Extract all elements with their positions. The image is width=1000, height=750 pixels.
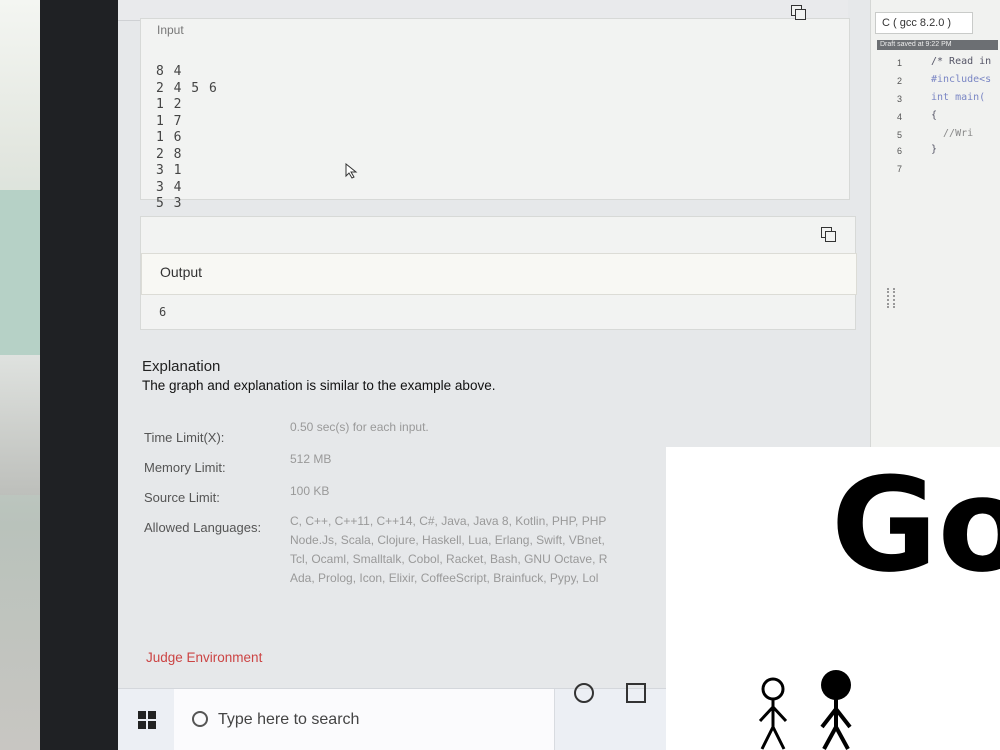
search-icon xyxy=(192,711,208,727)
line-number: 5 xyxy=(897,130,903,140)
monitor-bezel xyxy=(40,0,120,750)
line-number: 4 xyxy=(897,112,903,122)
allowed-languages-label: Allowed Languages: xyxy=(144,520,262,535)
explanation-title: Explanation xyxy=(142,358,221,375)
line-number: 1 xyxy=(897,58,903,68)
cortana-icon[interactable] xyxy=(574,683,594,703)
line-number: 6 xyxy=(897,146,903,156)
background-object xyxy=(0,355,44,495)
sample-input-card: Input xyxy=(140,5,850,200)
output-value: 6 xyxy=(159,305,167,319)
copy-input-icon[interactable] xyxy=(791,5,806,20)
input-label: Input xyxy=(157,23,184,37)
line-number: 3 xyxy=(897,94,903,104)
time-limit-value: 0.50 sec(s) for each input. xyxy=(290,420,429,434)
code-editor-panel: C ( gcc 8.2.0 ) Draft saved at 9:22 PM 1… xyxy=(870,0,1000,520)
code-line[interactable]: } xyxy=(931,144,937,155)
mouse-cursor-icon xyxy=(345,162,359,184)
code-line[interactable]: /* Read in xyxy=(931,56,991,67)
sample-output-card: Output 6 xyxy=(140,216,857,330)
language-select[interactable]: C ( gcc 8.2.0 ) xyxy=(875,12,973,34)
code-line[interactable]: #include<s xyxy=(931,74,991,85)
task-view-icon[interactable] xyxy=(626,683,646,703)
memory-limit-value: 512 MB xyxy=(290,452,332,466)
line-number: 7 xyxy=(897,164,903,174)
monitor-screen: Input 8 42 4 5 61 21 71 62 83 13 45 3 Ou… xyxy=(118,0,1000,750)
memory-limit-label: Memory Limit: xyxy=(144,460,226,475)
stick-figure-large xyxy=(814,669,858,750)
explanation-text: The graph and explanation is similar to … xyxy=(142,378,496,393)
taskbar-search-placeholder: Type here to search xyxy=(218,711,360,728)
time-limit-label: Time Limit(X): xyxy=(144,430,225,445)
comic-overlay-panel: Go xyxy=(666,447,1000,750)
source-limit-value: 100 KB xyxy=(290,484,330,498)
code-line[interactable]: { xyxy=(931,110,937,121)
windows-start-icon[interactable] xyxy=(138,711,156,729)
taskbar-search-box[interactable]: Type here to search xyxy=(174,689,555,750)
stick-figure-small xyxy=(756,677,790,750)
comic-text: Go xyxy=(831,449,1000,601)
draft-status: Draft saved at 9:22 PM xyxy=(877,40,998,50)
source-limit-label: Source Limit: xyxy=(144,490,220,505)
copy-output-icon[interactable] xyxy=(821,227,836,242)
line-number: 2 xyxy=(897,76,903,86)
output-label: Output xyxy=(160,264,203,280)
code-line[interactable]: //Wri xyxy=(931,128,973,139)
allowed-languages-list: C, C++, C++11, C++14, C#, Java, Java 8, … xyxy=(290,514,608,585)
code-line[interactable]: int main( xyxy=(931,92,985,103)
sample-input-text: 8 42 4 5 61 21 71 62 83 13 45 3 xyxy=(156,64,218,211)
output-header-box: Output xyxy=(141,253,857,295)
judge-environment-link[interactable]: Judge Environment xyxy=(146,650,262,665)
panel-resize-handle[interactable] xyxy=(887,288,895,308)
